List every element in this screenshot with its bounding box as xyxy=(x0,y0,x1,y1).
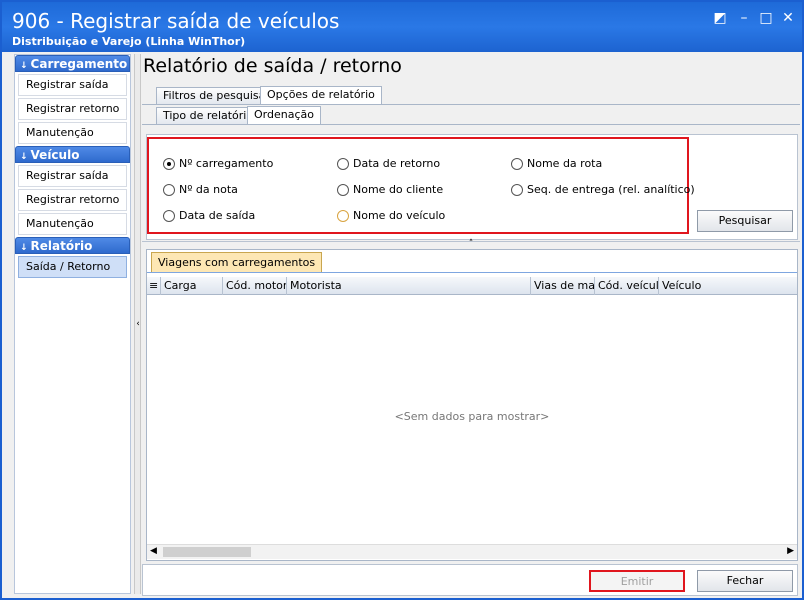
sidebar: ↓ Carregamento Registrar saída Registrar … xyxy=(14,54,131,594)
sidebar-group-relatorio: ↓ Relatório Saída / Retorno xyxy=(15,237,130,278)
sidebar-group-carregamento: ↓ Carregamento Registrar saída Registrar … xyxy=(15,55,130,144)
radio-nr-carregamento[interactable]: Nº carregamento xyxy=(163,157,273,170)
page-title: Relatório de saída / retorno xyxy=(143,55,402,77)
maximize-icon[interactable]: □ xyxy=(758,10,774,26)
horizontal-scrollbar[interactable]: ◀ ▶ xyxy=(147,544,797,559)
scroll-left-icon[interactable]: ◀ xyxy=(150,546,157,556)
radio-icon xyxy=(511,183,523,196)
close-icon[interactable]: ✕ xyxy=(780,10,796,26)
double-chevron-down-icon: ↓ xyxy=(20,61,28,71)
radio-icon xyxy=(163,183,175,196)
grid-header: ≡ Carga Cód. motoris Motorista Vias de m… xyxy=(147,277,797,295)
emit-button[interactable]: Emitir xyxy=(589,570,685,592)
chevron-up-icon[interactable]: ˄ xyxy=(469,239,474,249)
radio-nr-da-nota[interactable]: Nº da nota xyxy=(163,183,238,196)
scroll-right-icon[interactable]: ▶ xyxy=(787,546,794,556)
column-cod-motorista[interactable]: Cód. motoris xyxy=(223,277,287,295)
grid-tab-underline xyxy=(147,272,797,273)
trips-grid: Viagens com carregamentos ≡ Carga Cód. m… xyxy=(146,249,798,561)
tab-divider xyxy=(142,124,800,125)
title-bar: 906 - Registrar saída de veículos Distri… xyxy=(2,2,802,52)
window-title: 906 - Registrar saída de veículos xyxy=(12,9,340,33)
sidebar-splitter[interactable]: ‹ xyxy=(134,54,141,594)
radio-data-de-saida[interactable]: Data de saída xyxy=(163,209,255,222)
tab-tipo-de-relatorio[interactable]: Tipo de relatório xyxy=(156,107,261,124)
sidebar-item-veiculo-manutencao[interactable]: Manutenção xyxy=(18,213,127,235)
sidebar-item-veiculo-registrar-saida[interactable]: Registrar saída xyxy=(18,165,127,187)
empty-message: <Sem dados para mostrar> xyxy=(394,410,550,423)
sidebar-group-veiculo: ↓ Veículo Registrar saída Registrar retor… xyxy=(15,146,130,235)
radio-icon xyxy=(511,157,523,170)
sidebar-item-manutencao[interactable]: Manutenção xyxy=(18,122,127,144)
window-subtitle: Distribuição e Varejo (Linha WinThor) xyxy=(12,35,246,48)
sidebar-group-header[interactable]: ↓ Veículo xyxy=(15,146,130,163)
column-cod-veiculo[interactable]: Cód. veículo xyxy=(595,277,659,295)
sidebar-item-veiculo-registrar-retorno[interactable]: Registrar retorno xyxy=(18,189,127,211)
sidebar-group-header[interactable]: ↓ Relatório xyxy=(15,237,130,254)
tab-filtros-de-pesquisa[interactable]: Filtros de pesquisa xyxy=(156,87,273,104)
restore-icon[interactable]: ◩ xyxy=(712,10,728,26)
search-button[interactable]: Pesquisar xyxy=(697,210,793,232)
sidebar-item-registrar-saida[interactable]: Registrar saída xyxy=(18,74,127,96)
radio-nome-do-veiculo[interactable]: Nome do veículo xyxy=(337,209,445,222)
double-chevron-down-icon: ↓ xyxy=(20,152,28,162)
app-window: 906 - Registrar saída de veículos Distri… xyxy=(0,0,804,600)
main-content: Relatório de saída / retorno Filtros de … xyxy=(142,54,802,598)
radio-seq-de-entrega[interactable]: Seq. de entrega (rel. analítico) xyxy=(511,183,695,196)
ordering-panel: Nº carregamento Nº da nota Data de saída… xyxy=(146,134,798,240)
radio-icon xyxy=(337,209,349,222)
scrollbar-thumb[interactable] xyxy=(163,547,251,557)
radio-data-de-retorno[interactable]: Data de retorno xyxy=(337,157,440,170)
column-carga[interactable]: Carga xyxy=(161,277,223,295)
radio-icon xyxy=(163,209,175,222)
radio-icon xyxy=(337,183,349,196)
column-veiculo[interactable]: Veículo xyxy=(659,277,797,295)
minimize-icon[interactable]: – xyxy=(736,10,752,26)
tab-viagens-com-carregamentos[interactable]: Viagens com carregamentos xyxy=(151,252,323,272)
radio-nome-do-cliente[interactable]: Nome do cliente xyxy=(337,183,443,196)
radio-selected-icon xyxy=(163,157,175,170)
column-motorista[interactable]: Motorista xyxy=(287,277,531,295)
tab-ordenacao[interactable]: Ordenação xyxy=(247,106,321,124)
radio-nome-da-rota[interactable]: Nome da rota xyxy=(511,157,602,170)
close-button[interactable]: Fechar xyxy=(697,570,793,592)
sidebar-group-header[interactable]: ↓ Carregamento xyxy=(15,55,130,72)
column-vias-de-mapa[interactable]: Vias de mapa xyxy=(531,277,595,295)
column-chooser-icon[interactable]: ≡ xyxy=(147,277,161,295)
sidebar-item-registrar-retorno[interactable]: Registrar retorno xyxy=(18,98,127,120)
sidebar-item-saida-retorno[interactable]: Saída / Retorno xyxy=(18,256,127,278)
double-chevron-down-icon: ↓ xyxy=(20,243,28,253)
collapse-bar[interactable]: ˄ xyxy=(142,239,800,249)
footer-bar: Emitir Fechar xyxy=(142,564,798,596)
tab-divider xyxy=(142,104,800,105)
chevron-left-icon[interactable]: ‹ xyxy=(135,319,141,329)
tab-opcoes-de-relatorio[interactable]: Opções de relatório xyxy=(260,86,382,104)
radio-icon xyxy=(337,157,349,170)
